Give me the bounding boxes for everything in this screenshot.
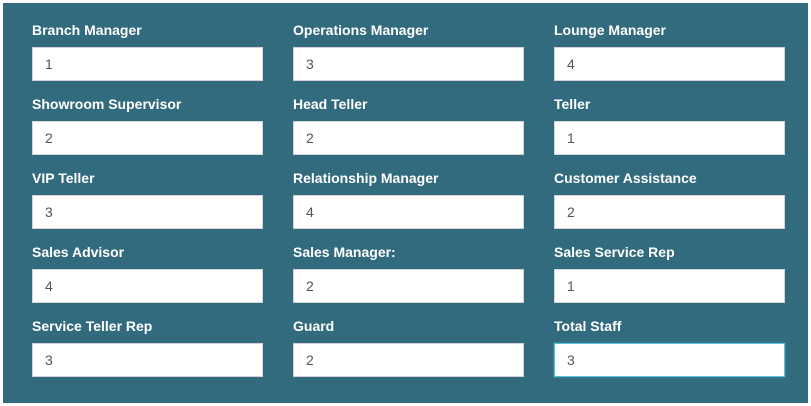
relationship-manager-field: Relationship Manager: [293, 170, 524, 244]
teller-field: Teller: [554, 96, 785, 170]
relationship-manager-input[interactable]: [293, 195, 524, 229]
head-teller-label: Head Teller: [293, 96, 368, 112]
branch-manager-field: Branch Manager: [32, 22, 263, 96]
operations-manager-label: Operations Manager: [293, 22, 429, 38]
staff-form-panel: Branch Manager Operations Manager Lounge…: [3, 3, 808, 403]
sales-manager-label: Sales Manager:: [293, 244, 396, 260]
customer-assistance-label: Customer Assistance: [554, 170, 697, 186]
teller-label: Teller: [554, 96, 591, 112]
total-staff-field: Total Staff: [554, 318, 785, 392]
lounge-manager-input[interactable]: [554, 47, 785, 81]
sales-manager-input[interactable]: [293, 269, 524, 303]
sales-advisor-field: Sales Advisor: [32, 244, 263, 318]
sales-manager-field: Sales Manager:: [293, 244, 524, 318]
sales-advisor-input[interactable]: [32, 269, 263, 303]
operations-manager-field: Operations Manager: [293, 22, 524, 96]
customer-assistance-input[interactable]: [554, 195, 785, 229]
vip-teller-label: VIP Teller: [32, 170, 95, 186]
service-teller-rep-input[interactable]: [32, 343, 263, 377]
guard-label: Guard: [293, 318, 335, 334]
sales-service-rep-label: Sales Service Rep: [554, 244, 675, 260]
vip-teller-input[interactable]: [32, 195, 263, 229]
lounge-manager-field: Lounge Manager: [554, 22, 785, 96]
head-teller-field: Head Teller: [293, 96, 524, 170]
teller-input[interactable]: [554, 121, 785, 155]
service-teller-rep-label: Service Teller Rep: [32, 318, 153, 334]
service-teller-rep-field: Service Teller Rep: [32, 318, 263, 392]
total-staff-label: Total Staff: [554, 318, 622, 334]
vip-teller-field: VIP Teller: [32, 170, 263, 244]
operations-manager-input[interactable]: [293, 47, 524, 81]
staff-form-grid: Branch Manager Operations Manager Lounge…: [32, 22, 785, 392]
relationship-manager-label: Relationship Manager: [293, 170, 439, 186]
customer-assistance-field: Customer Assistance: [554, 170, 785, 244]
showroom-supervisor-field: Showroom Supervisor: [32, 96, 263, 170]
branch-manager-label: Branch Manager: [32, 22, 142, 38]
showroom-supervisor-label: Showroom Supervisor: [32, 96, 182, 112]
sales-advisor-label: Sales Advisor: [32, 244, 125, 260]
guard-field: Guard: [293, 318, 524, 392]
sales-service-rep-input[interactable]: [554, 269, 785, 303]
branch-manager-input[interactable]: [32, 47, 263, 81]
total-staff-input[interactable]: [554, 343, 785, 377]
guard-input[interactable]: [293, 343, 524, 377]
sales-service-rep-field: Sales Service Rep: [554, 244, 785, 318]
lounge-manager-label: Lounge Manager: [554, 22, 667, 38]
showroom-supervisor-input[interactable]: [32, 121, 263, 155]
head-teller-input[interactable]: [293, 121, 524, 155]
